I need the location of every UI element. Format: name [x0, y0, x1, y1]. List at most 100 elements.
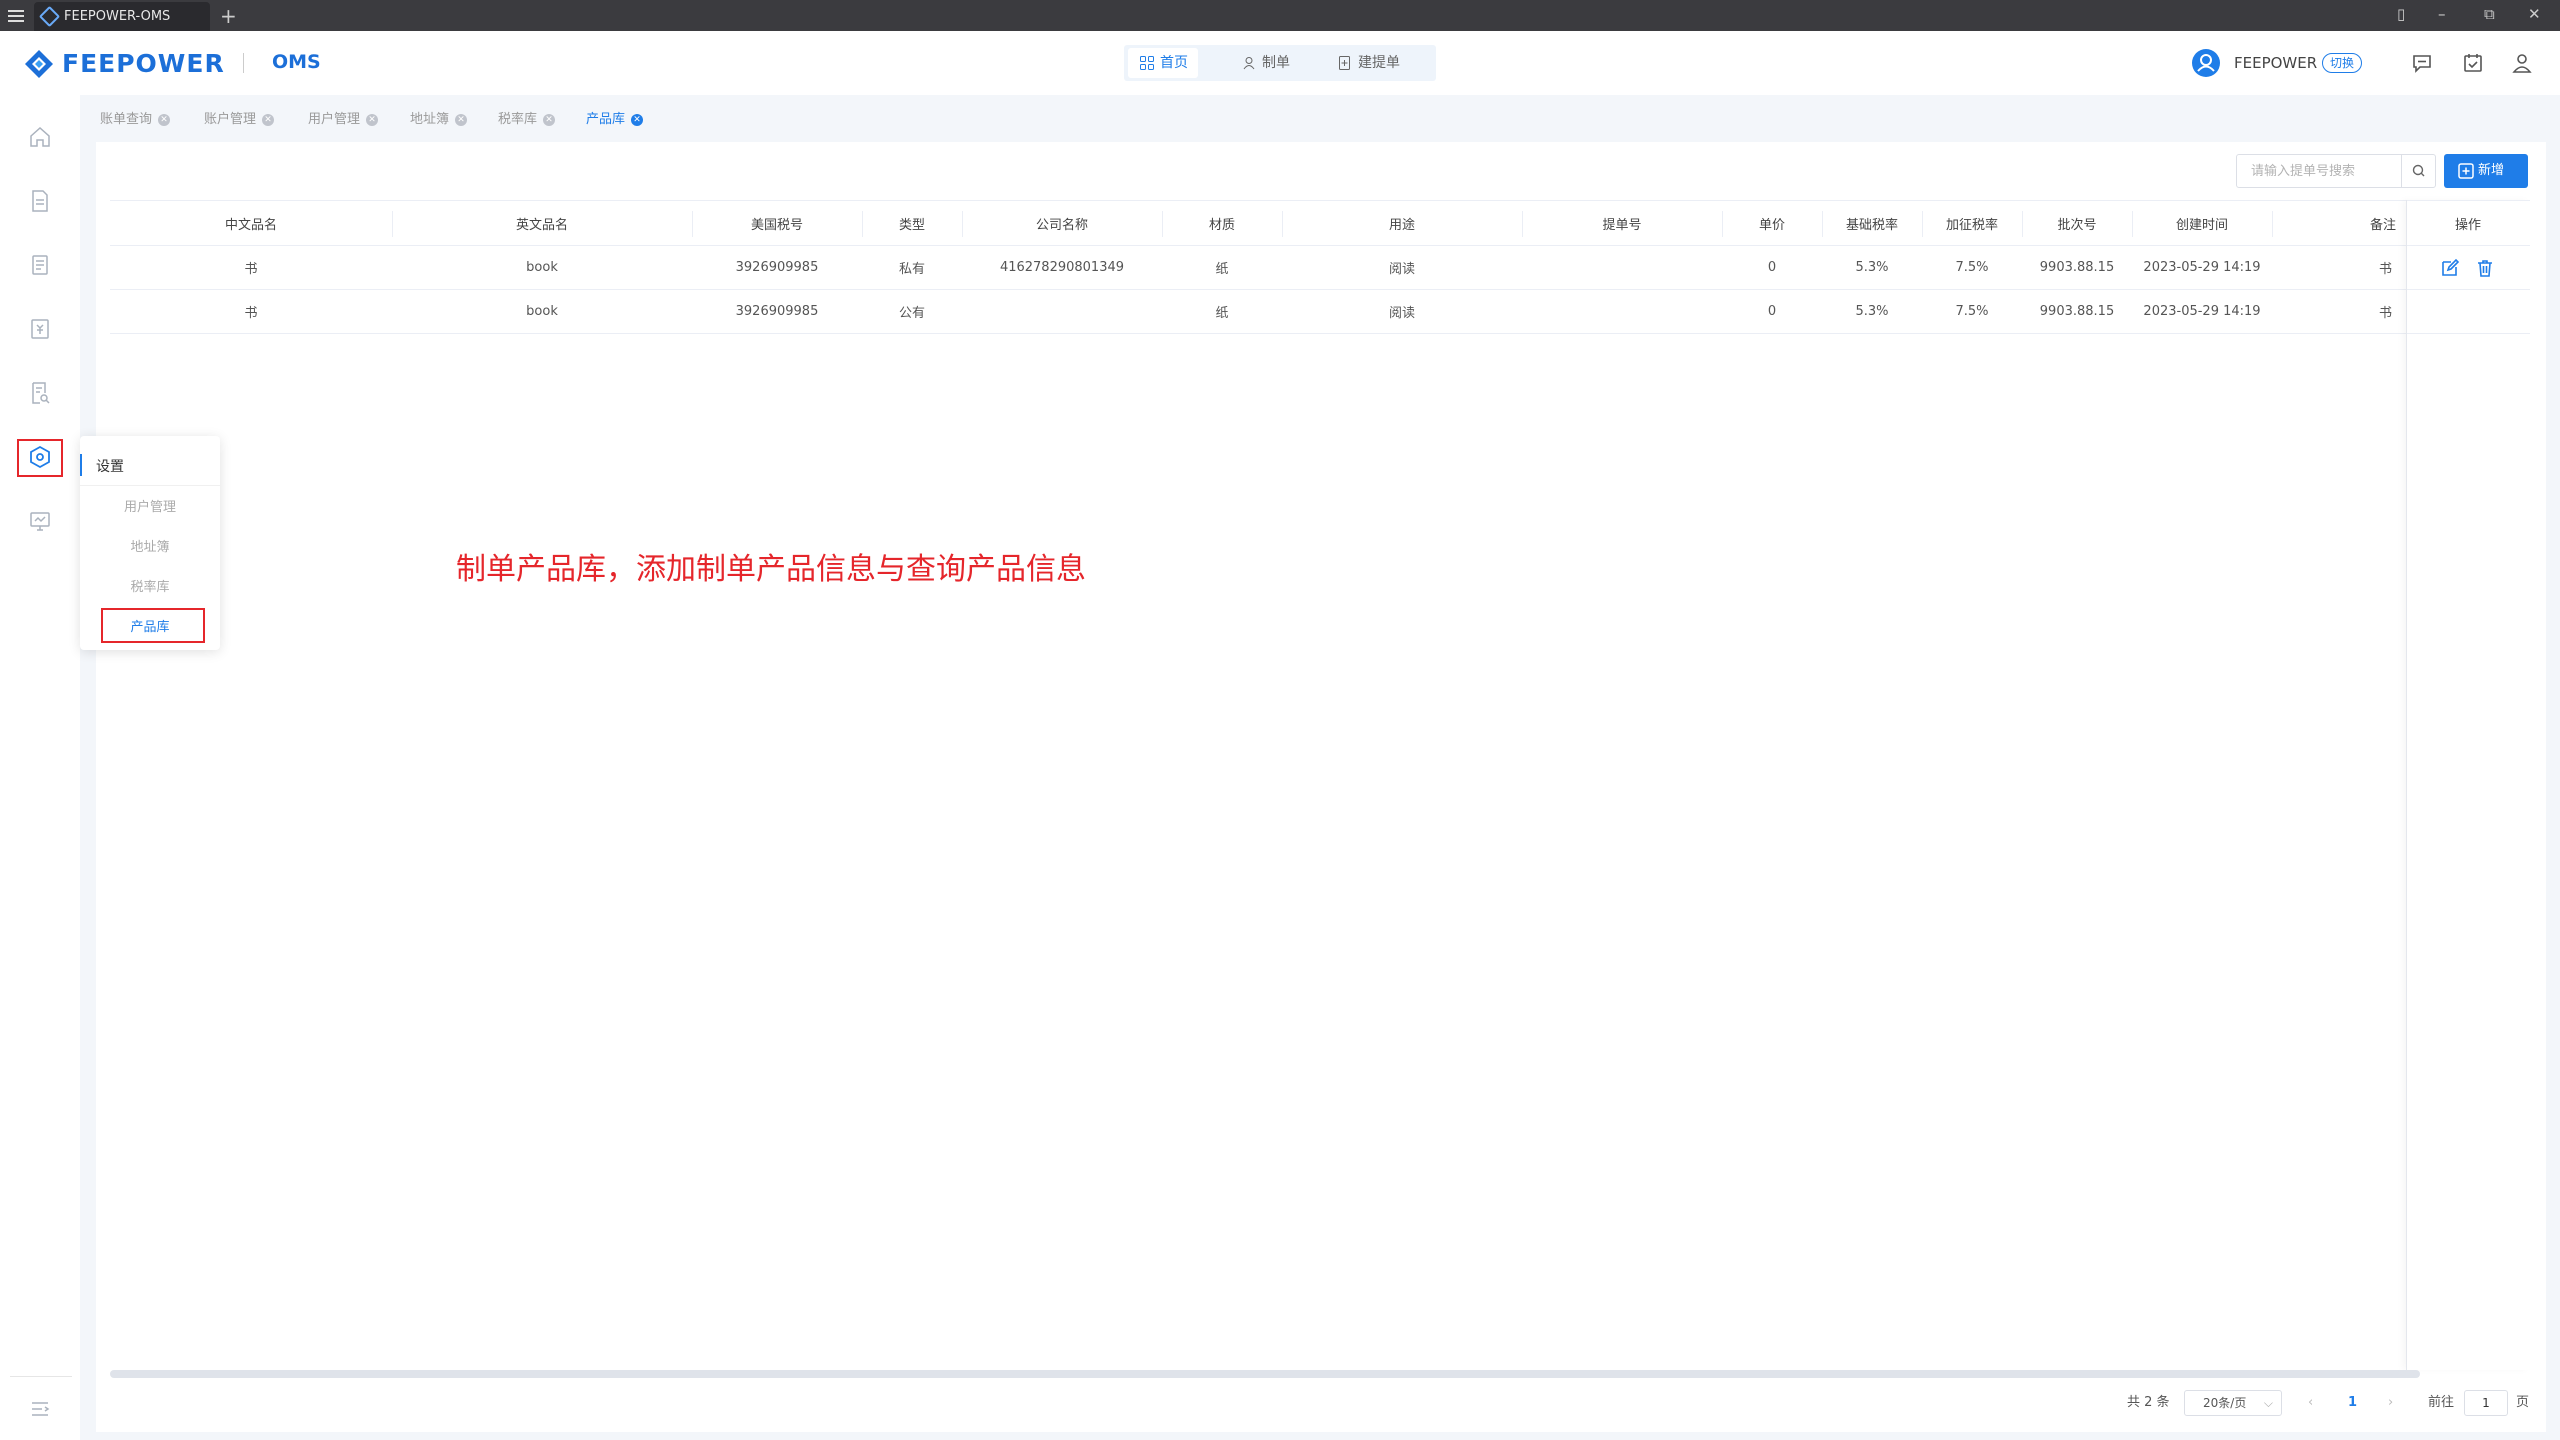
settings-item-user-management[interactable]: 用户管理	[80, 496, 220, 515]
tab-address-book[interactable]: 地址簿 ✕	[410, 108, 468, 132]
minimize-button[interactable]: –	[2438, 5, 2446, 23]
chevron-down-icon: ⌵	[2263, 1396, 2273, 1410]
annotation-text: 制单产品库，添加制单产品信息与查询产品信息	[456, 552, 1086, 587]
search-input[interactable]	[2237, 155, 2401, 187]
settings-item-address-book[interactable]: 地址簿	[80, 536, 220, 555]
pin-icon[interactable]: ▯	[2397, 5, 2405, 23]
tab-user-management[interactable]: 用户管理 ✕	[308, 108, 379, 132]
tab-bill-query[interactable]: 账单查询 ✕	[100, 108, 171, 132]
message-icon[interactable]	[2410, 51, 2434, 75]
page-size-select[interactable]: 20条/页 ⌵	[2184, 1390, 2282, 1416]
close-tab-icon[interactable]: ✕	[455, 114, 468, 126]
plus-square-icon	[2458, 163, 2474, 179]
tab-label: 账单查询	[100, 112, 153, 127]
col-header[interactable]: 批次号	[2022, 201, 2132, 245]
cell-extra-rate: 7.5%	[1955, 260, 1989, 275]
doc-plus-icon	[1339, 56, 1350, 70]
nav-make-order[interactable]: 制单	[1230, 48, 1300, 78]
bill-icon[interactable]	[28, 317, 52, 341]
settings-item-tax-rate-library[interactable]: 税率库	[80, 576, 220, 595]
col-header[interactable]: 英文品名	[392, 201, 692, 245]
switch-account-button[interactable]: 切换	[2322, 53, 2362, 73]
cell-material: 纸	[1215, 306, 1229, 321]
cell-created: 2023-05-29 14:19	[2143, 260, 2261, 275]
tab-product-library[interactable]: 产品库 ✕	[586, 108, 644, 132]
restore-button[interactable]: ⧉	[2484, 5, 2495, 23]
cell-base-rate: 5.3%	[1855, 304, 1889, 319]
add-button-label: 新增	[2478, 163, 2505, 178]
close-tab-icon[interactable]: ✕	[366, 114, 379, 126]
horizontal-scrollbar[interactable]	[110, 1370, 2420, 1378]
title-accent-bar	[80, 454, 82, 476]
cell-en-name: book	[526, 260, 558, 275]
tab-label: 地址簿	[410, 112, 450, 127]
monitor-icon[interactable]	[28, 509, 52, 533]
tab-label: 账户管理	[204, 112, 257, 127]
cell-cn-name: 书	[244, 306, 258, 321]
home-icon[interactable]	[28, 125, 52, 149]
search-doc-icon[interactable]	[28, 381, 52, 405]
col-header[interactable]: 创建时间	[2132, 201, 2272, 245]
tab-title: FEEPOWER-OMS	[64, 9, 171, 24]
table-row[interactable]: 书 book 3926909985 私有 416278290801349 纸 阅…	[110, 246, 2530, 290]
goto-label: 前往	[2428, 1395, 2455, 1410]
close-tab-icon[interactable]: ✕	[262, 114, 275, 126]
cell-price: 0	[1767, 260, 1777, 275]
order-list-icon[interactable]	[28, 253, 52, 277]
cell-bill-no	[1522, 246, 1722, 289]
cell-usage: 阅读	[1388, 262, 1415, 277]
nav-home[interactable]: 首页	[1128, 48, 1198, 78]
col-header[interactable]: 用途	[1282, 201, 1522, 245]
col-header[interactable]: 加征税率	[1922, 201, 2022, 245]
close-tab-icon[interactable]: ✕	[543, 114, 556, 126]
cell-material: 纸	[1215, 262, 1229, 277]
new-tab-button[interactable]: +	[220, 4, 237, 28]
prev-page-icon[interactable]: ‹	[2308, 1388, 2313, 1418]
goto-page-input[interactable]: 1	[2464, 1390, 2508, 1416]
cell-hs-code: 3926909985	[735, 260, 819, 275]
col-header[interactable]: 材质	[1162, 201, 1282, 245]
user-profile-icon[interactable]	[2510, 51, 2534, 75]
cell-remark: 书	[2378, 262, 2392, 277]
col-header[interactable]: 提单号	[1522, 201, 1722, 245]
col-header[interactable]: 基础税率	[1822, 201, 1922, 245]
col-header[interactable]: 类型	[862, 201, 962, 245]
close-tab-icon[interactable]: ✕	[158, 114, 171, 126]
tab-tax-rate-library[interactable]: 税率库 ✕	[498, 108, 556, 132]
logo-text: FEEPOWER	[62, 49, 225, 78]
highlight-box-product-library	[101, 608, 205, 643]
col-header[interactable]: 公司名称	[962, 201, 1162, 245]
close-tab-icon[interactable]: ✕	[631, 114, 644, 126]
collapse-menu-icon[interactable]	[28, 1397, 52, 1421]
next-page-icon[interactable]: ›	[2388, 1388, 2393, 1418]
user-avatar-icon	[2192, 49, 2220, 77]
cell-extra-rate: 7.5%	[1955, 304, 1989, 319]
search-icon	[2412, 164, 2425, 177]
table-header: 中文品名 英文品名 美国税号 类型 公司名称 材质 用途 提单号 单价 基础税率…	[110, 200, 2530, 246]
hamburger-menu-icon[interactable]	[6, 7, 26, 23]
browser-tab[interactable]: FEEPOWER-OMS	[34, 2, 210, 31]
product-table: 中文品名 英文品名 美国税号 类型 公司名称 材质 用途 提单号 单价 基础税率…	[110, 200, 2530, 1370]
col-header[interactable]: 中文品名	[110, 201, 392, 245]
table-row[interactable]: 书 book 3926909985 公有 纸 阅读 0 5.3% 7.5% 99…	[110, 290, 2530, 334]
nav-make-order-label: 制单	[1262, 55, 1290, 71]
feepower-logo-icon	[25, 50, 53, 78]
user-doc-icon	[1243, 57, 1255, 70]
search-box	[2236, 154, 2436, 188]
settings-popover-header: 设置	[80, 444, 220, 486]
calendar-check-icon[interactable]	[2461, 51, 2485, 75]
logo-divider	[243, 53, 244, 73]
search-button[interactable]	[2401, 155, 2435, 187]
col-header[interactable]: 单价	[1722, 201, 1822, 245]
add-button[interactable]: 新增	[2444, 154, 2528, 188]
settings-title: 设置	[96, 459, 124, 475]
tab-account-management[interactable]: 账户管理 ✕	[204, 108, 275, 132]
cell-hs-code: 3926909985	[735, 304, 819, 319]
col-header[interactable]: 美国税号	[692, 201, 862, 245]
cell-type: 私有	[898, 262, 925, 277]
page-number-current[interactable]: 1	[2348, 1388, 2357, 1418]
close-window-button[interactable]: ✕	[2528, 5, 2541, 23]
nav-create-bill[interactable]: 建提单	[1326, 48, 1410, 78]
document-icon[interactable]	[28, 189, 52, 213]
col-header[interactable]: 备注	[2272, 201, 2406, 245]
